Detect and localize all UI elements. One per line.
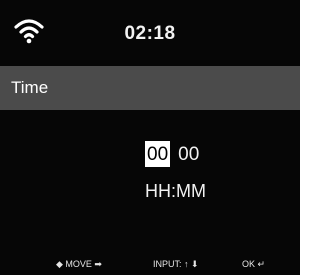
- clock-time: 02:18: [124, 23, 176, 44]
- device-screen: 02:18 Time 00 00 HH:MM ◆ MOVE ➡ INPUT: ↑ …: [0, 0, 300, 275]
- move-hint: ◆ MOVE ➡: [56, 259, 102, 269]
- footer-hints: ◆ MOVE ➡ INPUT: ↑ ⬇ OK ↵: [0, 258, 300, 272]
- page-title: Time: [11, 78, 49, 97]
- status-bar: 02:18: [0, 0, 300, 62]
- ok-hint: OK ↵: [242, 259, 266, 269]
- time-format-label: HH:MM: [145, 181, 206, 201]
- time-editor: 00 00: [145, 141, 199, 169]
- input-hint: INPUT: ↑ ⬇: [153, 259, 199, 269]
- hour-field[interactable]: 00: [145, 141, 171, 167]
- title-bar: Time: [0, 66, 300, 110]
- minute-field[interactable]: 00: [178, 141, 199, 169]
